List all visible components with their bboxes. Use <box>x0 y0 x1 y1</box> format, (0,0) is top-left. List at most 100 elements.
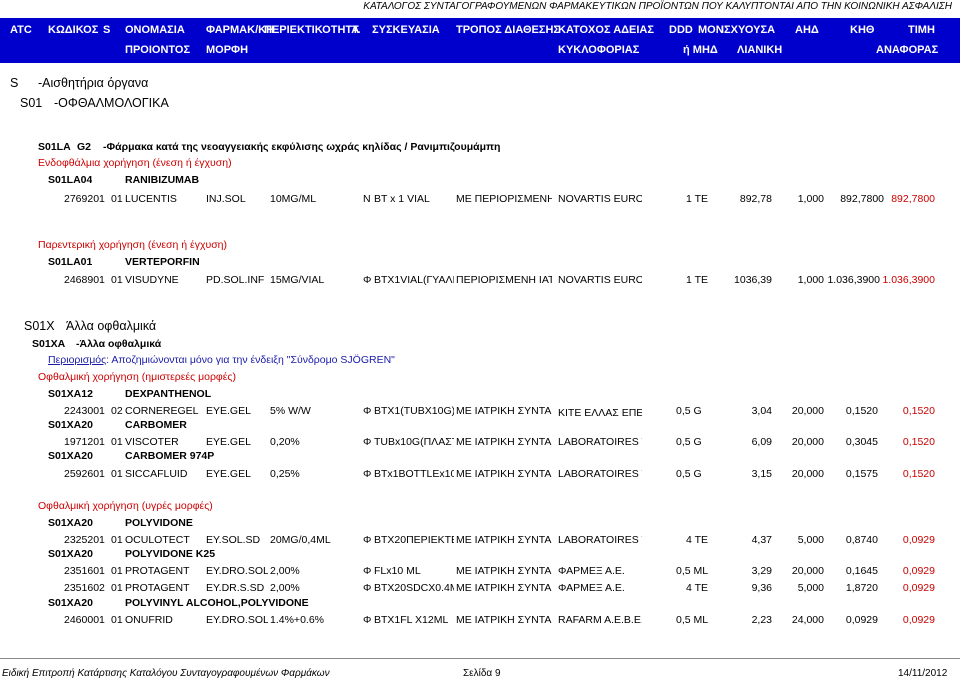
product-ddd: 0,5 ML <box>676 565 709 577</box>
product-ref-price: 0,0929 <box>902 582 935 594</box>
product-retail: 3,15 <box>751 468 772 480</box>
header-product: ΠΡΟΙΟΝΤΟΣ <box>125 44 191 56</box>
header-t: Τ. <box>352 24 361 36</box>
product-retail: 3,04 <box>751 405 772 417</box>
product-content: 20MG/0,4ML <box>270 534 331 546</box>
product-dispense: ΠΕΡΙΟΡΙΣΜΕΝΗ ΙΑΤ <box>456 274 552 286</box>
product-retail: 9,36 <box>751 582 772 594</box>
product-ddd: 1 TE <box>686 274 708 286</box>
product-ref-price: 0,1520 <box>902 468 935 480</box>
substance-name: RANIBIZUMAB <box>125 174 200 186</box>
substance-name: VERTEPORFIN <box>125 256 200 268</box>
product-dispense: ΜΕ ΙΑΤΡΙΚΗ ΣΥΝΤΑΓ <box>456 565 552 577</box>
product-holder: NOVARTIS EURO <box>558 274 642 286</box>
product-pack: BTX20ΠΕΡΙΕΚΤΕ <box>374 534 454 546</box>
product-t: Φ <box>363 436 372 448</box>
header-holder-2: ΚΥΚΛΟΦΟΡΙΑΣ <box>558 44 640 56</box>
section-label: -Φάρμακα κατά της νεοαγγειακής εκφύλισης… <box>103 141 501 153</box>
product-ahd: 24,000 <box>791 614 824 626</box>
section-code: S01X <box>24 319 55 333</box>
product-ahd: 20,000 <box>791 405 824 417</box>
table-header: ATC ΚΩΔΙΚΟΣ S ΠΡΟΙΟΝΤΟΣ ΟΝΟΜΑΣΙΑ ΦΑΡΜΑΚ/… <box>0 18 960 63</box>
section-code: S01LA <box>38 141 71 153</box>
product-form: EYE.GEL <box>206 468 251 480</box>
product-name: SICCAFLUID <box>125 468 188 480</box>
product-retail: 4,37 <box>751 534 772 546</box>
product-pack: FLx10 ML <box>374 565 421 577</box>
product-name: CORNEREGEL <box>125 405 199 417</box>
atc-code: S01XA12 <box>48 388 93 400</box>
atc-code: S01XA20 <box>48 450 93 462</box>
substance-name: POLYVIDONE K25 <box>125 548 216 560</box>
product-dispense: ΜΕ ΙΑΤΡΙΚΗ ΣΥΝΤΑΓ <box>456 614 552 626</box>
substance-name: POLYVIDONE <box>125 517 193 529</box>
footer-date: 14/11/2012 <box>898 668 948 679</box>
product-code: 2325201 <box>64 534 105 546</box>
substance-name: CARBOMER 974P <box>125 450 215 462</box>
header-price-2: ΑΝΑΦΟΡΑΣ <box>876 44 939 56</box>
product-pack: TUBx10G(ΠΛΑΣΤ <box>374 436 454 448</box>
restriction-text: : Αποζημιώνονται μόνο για την ένδειξη "Σ… <box>106 354 395 366</box>
product-ahd: 20,000 <box>791 468 824 480</box>
product-code: 1971201 <box>64 436 105 448</box>
product-s: 01 <box>111 582 123 594</box>
product-name: ONUFRID <box>125 614 173 626</box>
product-s: 01 <box>111 193 123 205</box>
product-pack: BTX1VIAL(ΓΥΑΛΙΝ <box>374 274 454 286</box>
substance-name: POLYVINYL ALCOHOL,POLYVIDONE <box>125 597 309 609</box>
document-title: ΚΑΤΑΛΟΓΟΣ ΣΥΝΤΑΓΟΓΡΑΦΟΥΜΕΝΩΝ ΦΑΡΜΑΚΕΥΤΙΚ… <box>363 1 952 12</box>
header-mon: ΜΟΝ <box>698 24 724 36</box>
product-dispense: ΜΕ ΙΑΤΡΙΚΗ ΣΥΝΤΑΓ <box>456 468 552 480</box>
header-code: ΚΩΔΙΚΟΣ <box>48 24 99 36</box>
product-t: Φ <box>363 468 372 480</box>
section-label: -ΟΦΘΑΛΜΟΛΟΓΙΚΑ <box>54 96 169 110</box>
product-ref-price: 0,0929 <box>902 614 935 626</box>
product-dispense: ΜΕ ΙΑΤΡΙΚΗ ΣΥΝΤΑΓ <box>456 534 552 546</box>
page-number: Σελίδα 9 <box>463 668 501 679</box>
product-t: Φ <box>363 565 372 577</box>
atc-code: S01XA20 <box>48 517 93 529</box>
product-content: 1.4%+0.6% <box>270 614 324 626</box>
product-ddd: 0,5 G <box>676 405 702 417</box>
product-pack: BTX20SDCX0.4M <box>374 582 454 594</box>
header-form-2: ΜΟΡΦΗ <box>206 44 249 56</box>
product-name: PROTAGENT <box>125 565 190 577</box>
product-name: PROTAGENT <box>125 582 190 594</box>
product-ahd: 20,000 <box>791 436 824 448</box>
product-holder: RAFARM A.E.B.E. <box>558 614 642 626</box>
section-code: S01 <box>20 96 43 110</box>
product-t: Φ <box>363 274 372 286</box>
route-label: Οφθαλμική χορήγηση (ημιστερεές μορφές) <box>38 371 236 383</box>
product-code: 2592601 <box>64 468 105 480</box>
product-code: 2468901 <box>64 274 105 286</box>
product-form: EY.SOL.SD <box>206 534 261 546</box>
section-g: G2 <box>77 141 92 153</box>
product-ddd: 1 TE <box>686 193 708 205</box>
product-dispense: ΜΕ ΙΑΤΡΙΚΗ ΣΥΝΤΑΓ <box>456 405 552 417</box>
product-pack: BTX1FL X12ML <box>374 614 449 626</box>
product-ahd: 5,000 <box>797 534 824 546</box>
product-content: 10MG/ML <box>270 193 317 205</box>
product-content: 5% W/W <box>270 405 311 417</box>
product-retail: 1036,39 <box>734 274 772 286</box>
product-holder: ΦΑΡΜΕΞ Α.Ε. <box>558 582 625 594</box>
product-s: 01 <box>111 468 123 480</box>
route-label: Παρεντερική χορήγηση (ένεση ή έγχυση) <box>38 239 228 251</box>
product-ref-price: 1.036,3900 <box>882 274 935 286</box>
product-retail: 3,29 <box>751 565 772 577</box>
product-ahd: 1,000 <box>797 193 824 205</box>
header-content: ΠΕΡΙΕΚΤΙΚΟΤΗΤΑ <box>264 24 360 36</box>
product-t: N <box>363 193 371 205</box>
product-t: Φ <box>363 582 372 594</box>
atc-code: S01LA04 <box>48 174 93 186</box>
header-atc: ATC <box>10 24 32 36</box>
product-holder: ΦΑΡΜΕΞ Α.Ε. <box>558 565 625 577</box>
header-ahd: ΑΗΔ <box>795 24 819 36</box>
product-form: INJ.SOL <box>206 193 246 205</box>
route-label: Οφθαλμική χορήγηση (υγρές μορφές) <box>38 500 213 512</box>
product-content: 2,00% <box>270 582 300 594</box>
product-name: LUCENTIS <box>125 193 177 205</box>
header-pack: ΣΥΣΚΕΥΑΣΙΑ <box>372 24 440 36</box>
product-ahd: 20,000 <box>791 565 824 577</box>
header-ddd: DDD <box>669 24 693 36</box>
